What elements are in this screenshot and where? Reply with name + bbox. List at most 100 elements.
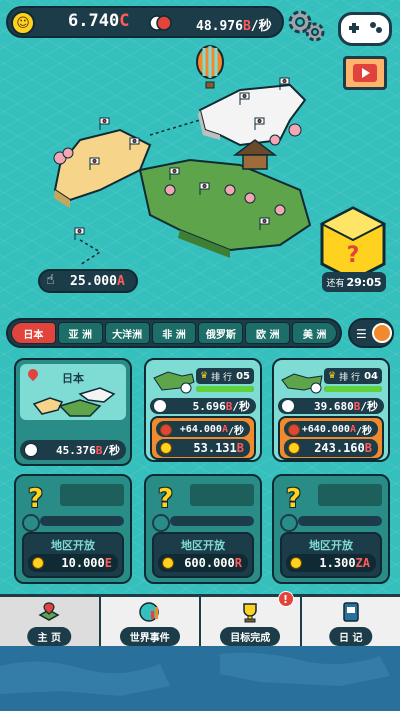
money-display: 6.740C <box>68 11 129 31</box>
video-reward-button[interactable] <box>343 56 387 90</box>
unlock-label: 地区开放 <box>181 539 225 552</box>
income-rate-icon <box>149 15 172 31</box>
bonus-icon <box>160 424 172 436</box>
tap-value-display: 25.000A <box>70 274 125 289</box>
region-income-suffix: /秒 <box>102 444 120 457</box>
svg-text:?: ? <box>347 243 360 268</box>
hidden-name-placeholder <box>190 484 254 506</box>
unlock-price-value: 10.000 <box>61 556 105 570</box>
income-rate-display: 48.976B/秒 <box>196 15 272 34</box>
money-unit: C <box>119 11 130 31</box>
japan-map-icon <box>32 387 116 417</box>
country-card[interactable]: ♛ 排 行 04 39.680 B/秒 +640.000 A/秒 243.160 B <box>272 358 390 462</box>
list-balloon-toggle[interactable]: ☰ <box>348 318 394 348</box>
unlock-region-button[interactable]: 地区开放 10.000 E <box>22 532 124 578</box>
hidden-rate-placeholder <box>280 514 382 532</box>
rank-progress-fill <box>196 386 254 392</box>
hot-air-balloon-icon <box>196 45 224 89</box>
question-mark-icon: ? <box>28 484 44 514</box>
rate-coin-icon <box>154 400 166 412</box>
hidden-rate-placeholder <box>152 514 254 532</box>
upgrade-bonus-suffix: /秒 <box>355 425 372 437</box>
region-income-value: 45.376 <box>56 443 96 457</box>
unlock-price-value: 1.300 <box>319 556 356 570</box>
unlock-region-button[interactable]: 地区开放 1.300 ZA <box>280 532 382 578</box>
hidden-name-placeholder <box>318 484 382 506</box>
region-income-row: 45.376 B/秒 <box>20 440 126 460</box>
region-income-unit: B <box>95 443 103 457</box>
unlock-label: 地区开放 <box>51 539 95 552</box>
play-icon <box>353 64 377 82</box>
coin-icon <box>288 442 300 454</box>
map-pin-icon <box>38 602 60 621</box>
upgrade-cost-unit: B <box>236 441 244 455</box>
nav-label: 目标完成 <box>220 627 281 646</box>
smiley-icon[interactable]: ☺ <box>11 11 35 35</box>
question-mark-icon: ? <box>286 484 302 514</box>
money-value: 6.740 <box>68 11 120 31</box>
hidden-rate-placeholder <box>22 514 124 532</box>
tab-americas[interactable]: 美 洲 <box>292 322 338 344</box>
coin-icon <box>290 557 302 569</box>
globe-chart-icon <box>139 602 159 622</box>
unlock-price: 600.000 R <box>158 554 248 572</box>
gamepad-icon <box>349 22 382 33</box>
upgrade-bonus: +64.000 A/秒 <box>156 421 250 437</box>
country-rate-suffix: /秒 <box>232 400 250 413</box>
tab-europe[interactable]: 欧 洲 <box>245 322 291 344</box>
country-card[interactable]: ♛ 排 行 05 5.696 B/秒 +64.000 A/秒 53.131 B <box>144 358 262 462</box>
rate-unit: B <box>242 19 251 34</box>
nav-world-events[interactable]: 世界事件 <box>101 597 201 646</box>
country-rate-value: 39.680 <box>314 399 354 413</box>
upgrade-button[interactable]: +640.000 A/秒 243.160 B <box>278 416 384 460</box>
unlock-label: 地区开放 <box>309 539 353 552</box>
timer-prefix: 还有 <box>326 278 345 289</box>
nav-label: 世界事件 <box>119 627 180 646</box>
gamepad-button[interactable] <box>338 12 392 46</box>
timer-value: 29:05 <box>346 275 382 289</box>
tab-africa[interactable]: 非 洲 <box>151 322 197 344</box>
rank-progress-bar <box>324 386 382 392</box>
settings-gear-icon[interactable] <box>286 8 328 44</box>
unlock-price-unit: R <box>234 556 242 570</box>
trophy-icon <box>243 603 257 623</box>
notification-badge: ! <box>277 591 294 607</box>
income-coin-icon <box>24 443 38 457</box>
rate-value: 48.976 <box>196 19 243 34</box>
upgrade-button[interactable]: +64.000 A/秒 53.131 B <box>150 416 256 460</box>
coin-icon <box>32 557 44 569</box>
rank-badge: ♛ 排 行 04 <box>324 368 382 384</box>
tap-hand-icon: ☝ <box>46 272 55 288</box>
tab-russia[interactable]: 俄罗斯 <box>198 322 244 344</box>
nav-home[interactable]: 主 页 <box>0 597 101 646</box>
crown-icon: ♛ <box>200 371 209 381</box>
rank-progress-fill <box>324 386 382 392</box>
upgrade-cost-unit: B <box>364 441 372 455</box>
unlock-price: 10.000 E <box>28 554 118 572</box>
world-map-illustration[interactable] <box>40 40 340 270</box>
country-rate-suffix: /秒 <box>360 400 378 413</box>
tab-japan[interactable]: 日本 <box>11 322 56 344</box>
country-map-thumb-icon <box>153 371 195 394</box>
nav-goals[interactable]: 目标完成 ! <box>201 591 302 646</box>
rank-number: 05 <box>236 370 250 382</box>
bonus-icon <box>288 424 300 436</box>
tab-asia[interactable]: 亚 洲 <box>57 322 103 344</box>
nav-diary[interactable]: 日 记 <box>302 597 400 646</box>
locked-region-card: ? 地区开放 1.300 ZA <box>272 474 390 584</box>
tap-value: 25.000 <box>70 274 117 289</box>
unlock-price-unit: E <box>104 556 112 570</box>
upgrade-cost-value: 53.131 <box>193 441 237 455</box>
world-map-strip <box>0 646 400 711</box>
upgrade-bonus: +640.000 A/秒 <box>284 421 378 437</box>
rate-suffix: /秒 <box>250 19 272 34</box>
unlock-price: 1.300 ZA <box>286 554 376 572</box>
region-summary-card[interactable]: 日本 45.376 B/秒 <box>14 358 132 466</box>
tap-income-counter: ☝ 25.000A <box>38 269 138 293</box>
tab-oceania[interactable]: 大洋洲 <box>104 322 150 344</box>
upgrade-bonus-suffix: /秒 <box>227 425 244 437</box>
nav-label: 日 记 <box>329 627 373 646</box>
unlock-region-button[interactable]: 地区开放 600.000 R <box>152 532 254 578</box>
unlock-price-unit: ZA <box>355 556 370 570</box>
upgrade-cost-value: 243.160 <box>314 441 365 455</box>
